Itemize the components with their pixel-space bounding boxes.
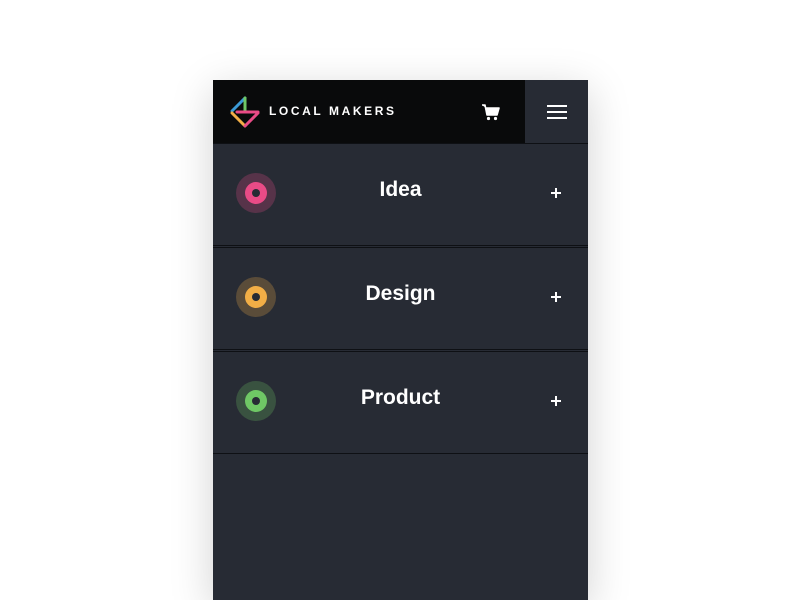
hamburger-menu-icon [546,104,567,119]
accordion-label: Design [365,282,436,305]
menu-button[interactable] [525,80,588,143]
accordion-item-idea[interactable]: Idea [213,143,588,246]
brand-name: LOCAL MAKERS [269,104,397,118]
plus-icon[interactable] [549,394,563,408]
top-bar: LOCAL MAKERS [213,80,588,143]
accordion-item-design[interactable]: Design [213,247,588,350]
logo-diamond-icon [230,96,260,128]
plus-icon[interactable] [549,290,563,304]
cart-icon [482,104,500,121]
cart-button[interactable] [477,98,505,126]
accordion-label: Idea [379,178,422,201]
accordion-list: Idea Design Product [213,143,588,454]
accordion-label: Product [360,386,441,409]
plus-icon[interactable] [549,186,563,200]
accordion-item-product[interactable]: Product [213,351,588,454]
app-screen: LOCAL MAKERS Idea Design Product [213,80,588,600]
